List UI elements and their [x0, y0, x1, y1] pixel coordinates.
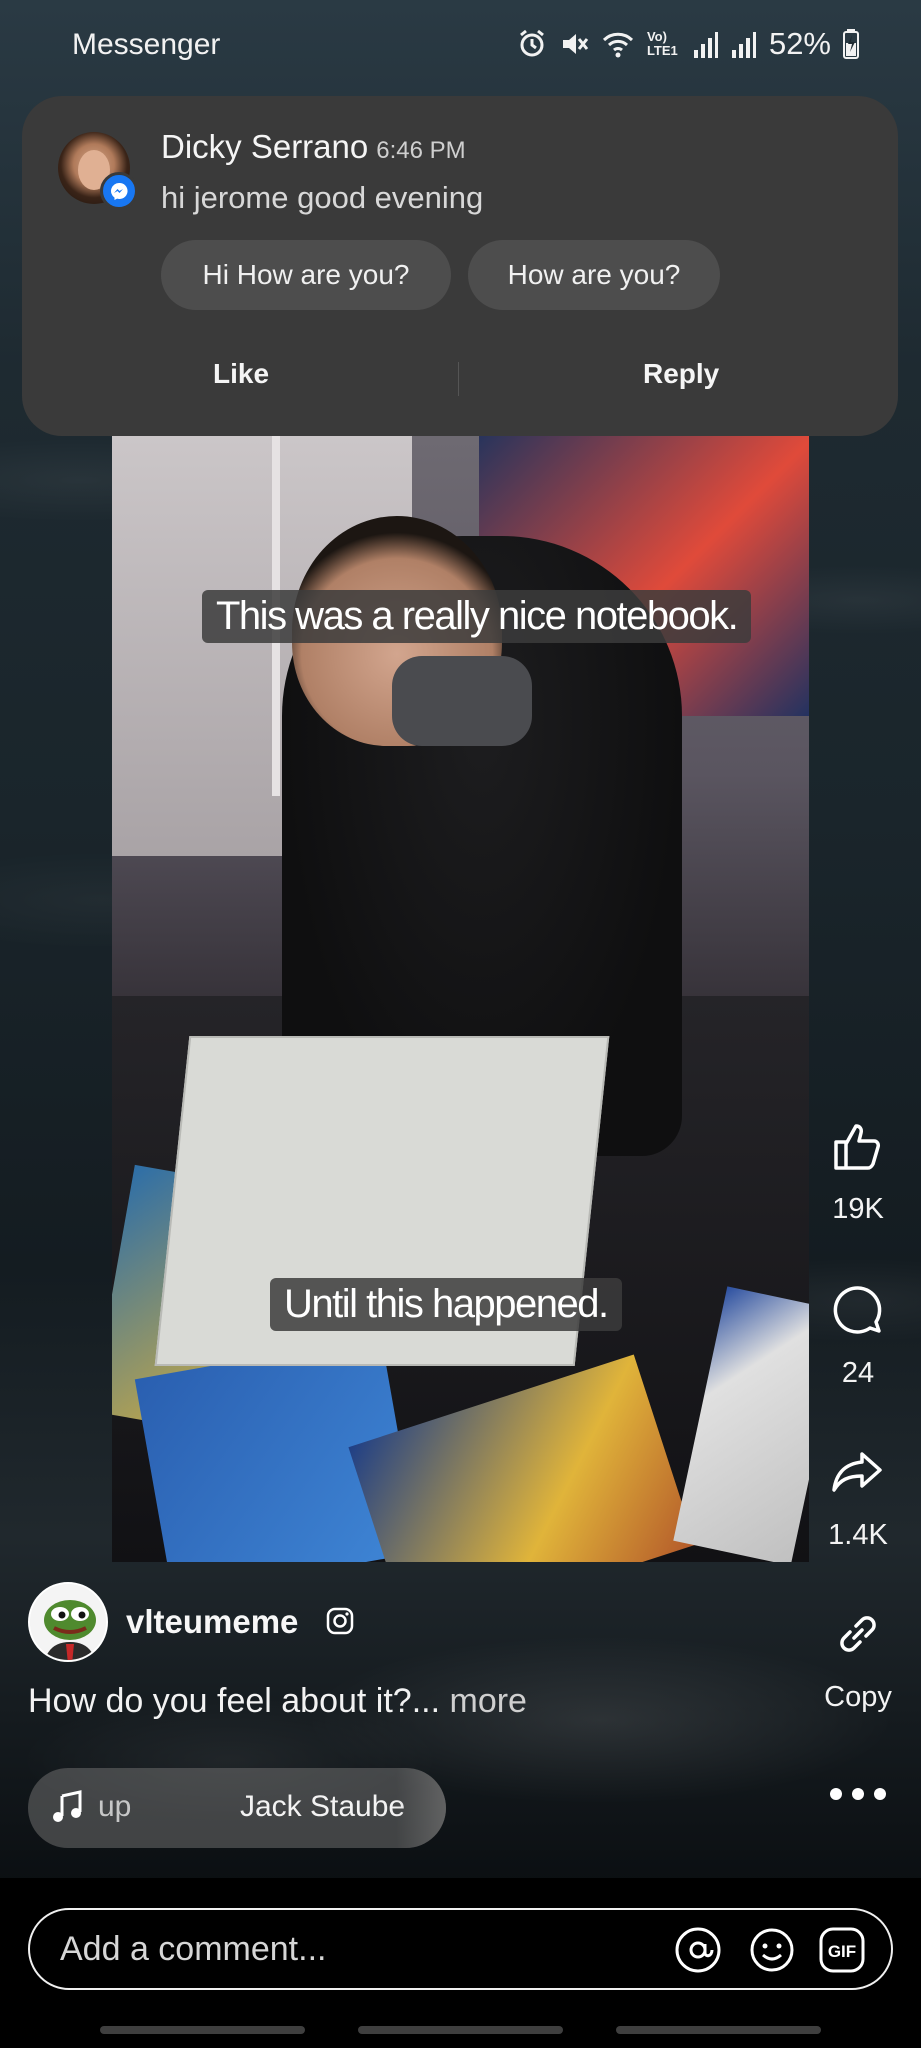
messenger-notification[interactable]: Dicky Serrano 6:46 PM hi jerome good even…	[22, 96, 898, 436]
status-bar: Messenger Vo) LTE1 52%	[0, 0, 921, 92]
network-label: Vo) LTE1	[646, 29, 678, 58]
battery-percent: 52%	[768, 26, 831, 61]
status-icons: Vo) LTE1 52%	[517, 26, 859, 62]
caption-more-link[interactable]: more	[450, 1682, 527, 1720]
video-caption-2: Until this happened.	[270, 1278, 622, 1331]
copy-link-button[interactable]: Copy	[808, 1606, 908, 1714]
caption-text: How do you feel about it?...	[28, 1682, 441, 1720]
comment-placeholder: Add a comment...	[60, 1930, 327, 1968]
comment-icon	[830, 1282, 886, 1343]
music-scroll-text: up	[98, 1790, 132, 1823]
mention-icon[interactable]	[674, 1926, 722, 1979]
battery-icon	[843, 29, 859, 59]
comment-input[interactable]: Add a comment... GIF	[28, 1908, 893, 1990]
music-fade	[396, 1768, 446, 1848]
signal-icon	[731, 30, 757, 58]
wifi-icon	[601, 29, 635, 59]
notification-time: 6:46 PM	[376, 137, 466, 164]
notification-message: hi jerome good evening	[161, 180, 484, 215]
notification-like-button[interactable]: Like	[213, 358, 269, 390]
frog-avatar-icon	[30, 1584, 106, 1660]
emoji-icon[interactable]	[748, 1926, 796, 1979]
link-icon	[830, 1606, 886, 1667]
share-button[interactable]: 1.4K	[808, 1444, 908, 1552]
nav-bar-segment	[100, 2026, 305, 2034]
share-count: 1.4K	[828, 1519, 888, 1551]
comment-count: 24	[841, 1357, 875, 1389]
music-pill[interactable]: up Jack Staube	[28, 1768, 446, 1848]
author-username[interactable]: vlteumeme	[126, 1603, 298, 1641]
alarm-icon	[517, 29, 547, 59]
thumbs-up-icon	[830, 1118, 886, 1179]
post-caption[interactable]: How do you feel about it?... more	[28, 1682, 527, 1721]
copy-label: Copy	[824, 1681, 892, 1713]
action-divider	[458, 362, 459, 396]
nav-bar-segment	[616, 2026, 821, 2034]
music-note-icon	[52, 1790, 84, 1829]
like-button[interactable]: 19K	[808, 1118, 908, 1226]
quick-reply-2[interactable]: How are you?	[468, 240, 720, 310]
signal-icon	[693, 30, 719, 58]
gif-label: GIF	[828, 1942, 856, 1961]
nav-bar-segment	[358, 2026, 563, 2034]
more-icon[interactable]	[830, 1784, 886, 1804]
gif-icon[interactable]: GIF	[818, 1926, 866, 1979]
video-mask	[392, 656, 532, 746]
share-icon	[830, 1444, 886, 1505]
like-count: 19K	[832, 1193, 884, 1225]
sender-name: Dicky Serrano	[161, 128, 369, 165]
comment-button[interactable]: 24	[808, 1282, 908, 1390]
quick-reply-1[interactable]: Hi How are you?	[161, 240, 451, 310]
author-avatar[interactable]	[28, 1582, 108, 1662]
instagram-icon	[326, 1607, 354, 1640]
messenger-icon	[100, 172, 138, 210]
bottom-bar: Add a comment... GIF	[0, 1878, 921, 2048]
notification-sender: Dicky Serrano 6:46 PM	[161, 128, 466, 166]
reel-video[interactable]: This was a really nice notebook. Until t…	[112, 436, 809, 1562]
notification-reply-button[interactable]: Reply	[643, 358, 719, 390]
video-caption-1: This was a really nice notebook.	[202, 590, 752, 643]
mute-icon	[559, 29, 589, 59]
music-artist: Jack Staube	[240, 1790, 406, 1823]
status-app-name: Messenger	[72, 28, 221, 61]
